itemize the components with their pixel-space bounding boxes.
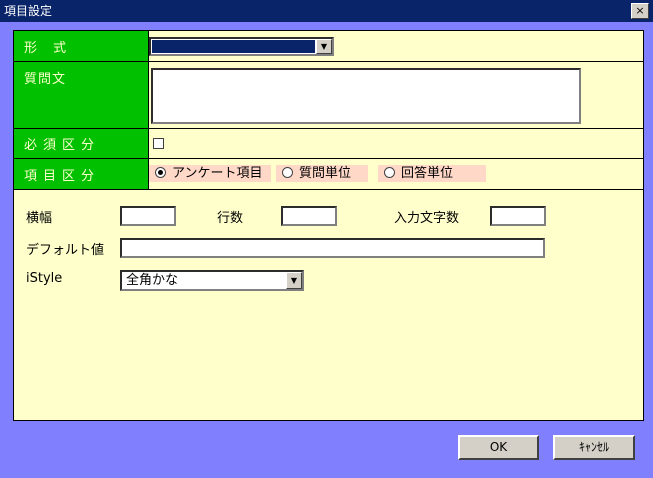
format-selection-highlight (152, 40, 315, 53)
format-select[interactable]: ▼ (149, 37, 334, 56)
istyle-value: 全角かな (126, 273, 179, 288)
settings-panel: 形 式 ▼ 質問文 必須区分 項目区分 アンケート項目 質問単位 回答単位 横幅… (13, 30, 644, 421)
question-label: 質問文 (14, 62, 149, 128)
radio-selected-icon (155, 167, 166, 178)
radio-survey-item[interactable]: アンケート項目 (149, 165, 271, 182)
lines-label: 行数 (217, 211, 244, 226)
title-bar: 項目設定 × (0, 0, 653, 22)
required-row: 必須区分 (14, 129, 643, 159)
close-icon: × (635, 4, 645, 17)
format-row: 形 式 ▼ (14, 31, 643, 62)
chevron-down-icon[interactable]: ▼ (316, 39, 332, 54)
format-label: 形 式 (14, 31, 149, 61)
maxchars-label: 入力文字数 (394, 211, 460, 226)
default-value-input[interactable] (120, 238, 545, 258)
istyle-label: iStyle (26, 271, 63, 286)
cancel-button[interactable]: ｷｬﾝｾﾙ (553, 435, 635, 460)
radio-question-unit[interactable]: 質問単位 (276, 165, 368, 182)
required-label: 必須区分 (14, 129, 149, 158)
width-input[interactable] (120, 206, 176, 226)
default-value-label: デフォルト値 (26, 243, 105, 258)
radio-empty-icon (384, 167, 395, 178)
radio-answer-unit[interactable]: 回答単位 (378, 165, 486, 182)
question-row: 質問文 (14, 62, 643, 129)
question-textarea[interactable] (151, 68, 581, 124)
item-type-label: 項目区分 (14, 159, 149, 189)
lines-input[interactable] (281, 206, 337, 226)
close-button[interactable]: × (631, 3, 649, 19)
radio-empty-icon (282, 167, 293, 178)
item-type-row: 項目区分 アンケート項目 質問単位 回答単位 (14, 159, 643, 190)
width-label: 横幅 (26, 211, 53, 226)
ok-button[interactable]: OK (458, 435, 539, 460)
maxchars-input[interactable] (490, 206, 546, 226)
window-title: 項目設定 (4, 4, 53, 18)
chevron-down-icon[interactable]: ▼ (286, 272, 302, 289)
istyle-select[interactable]: 全角かな ▼ (120, 270, 304, 291)
required-checkbox[interactable] (153, 138, 164, 149)
